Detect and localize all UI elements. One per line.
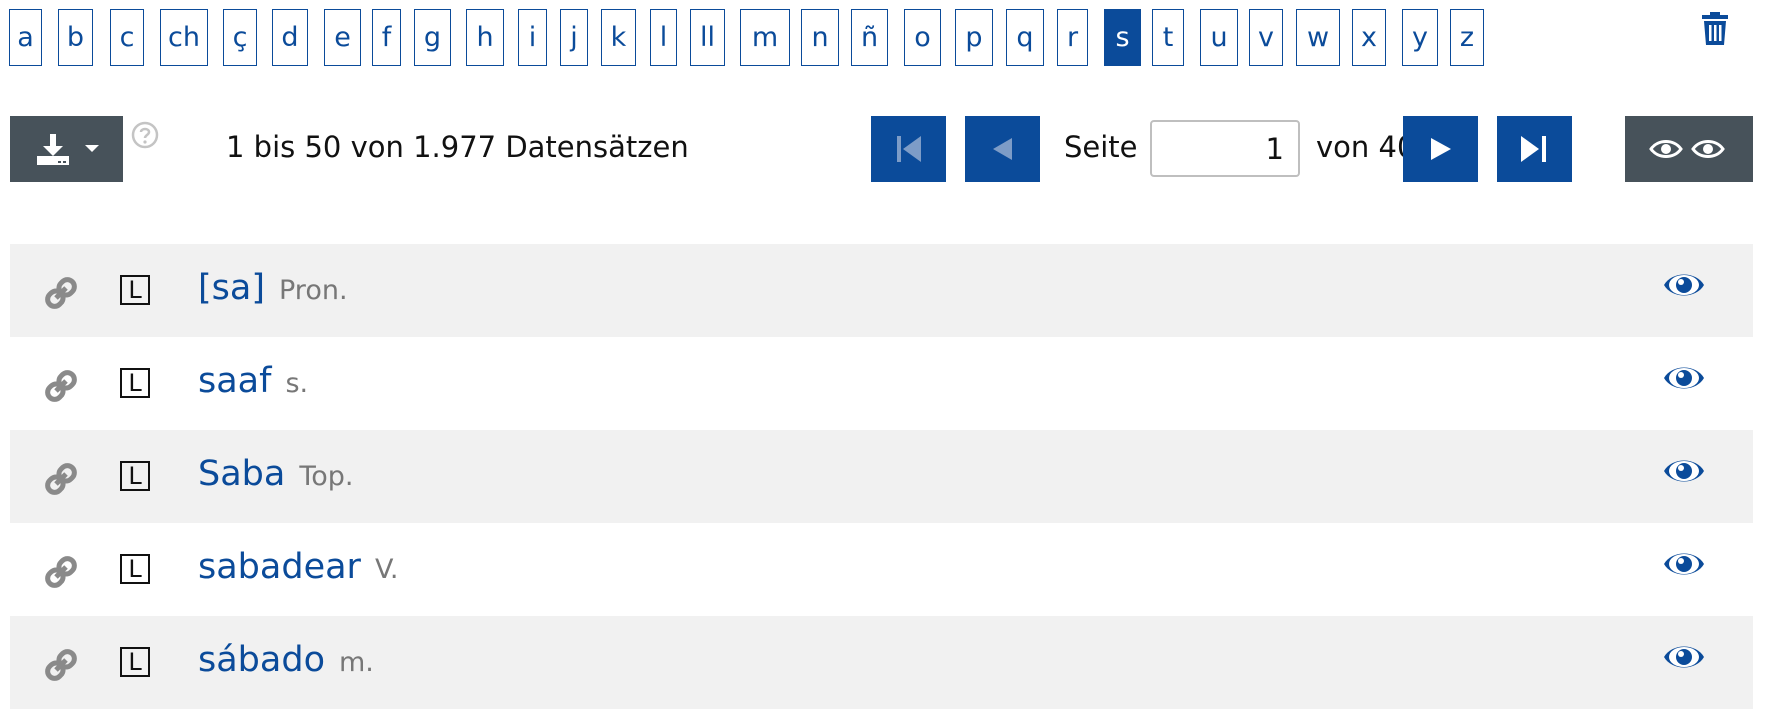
first-page-icon [897, 136, 921, 162]
page-number-input[interactable] [1150, 120, 1300, 177]
eye-icon[interactable] [1662, 638, 1706, 676]
lemma-badge[interactable]: L [120, 275, 150, 305]
lemma-badge[interactable]: L [120, 554, 150, 584]
first-page-button[interactable] [871, 116, 946, 182]
link-icon[interactable] [42, 460, 80, 498]
help-icon[interactable] [131, 121, 159, 149]
letter-button-q[interactable]: q [1006, 9, 1044, 66]
link-icon[interactable] [42, 553, 80, 591]
letter-button-z[interactable]: z [1450, 9, 1484, 66]
next-page-icon [1431, 138, 1451, 160]
eye-icon[interactable] [1662, 452, 1706, 490]
lemma-badge[interactable]: L [120, 368, 150, 398]
letter-button-x[interactable]: x [1352, 9, 1386, 66]
letter-button-o[interactable]: o [904, 9, 941, 66]
link-icon[interactable] [42, 367, 80, 405]
letter-button-u[interactable]: u [1200, 9, 1238, 66]
letter-button-c[interactable]: c [110, 9, 144, 66]
letter-button-ñ[interactable]: ñ [851, 9, 888, 66]
eye-icon[interactable] [1662, 266, 1706, 304]
lemma-text: saaf [198, 361, 272, 401]
letter-button-a[interactable]: a [9, 9, 42, 66]
part-of-speech: Pron. [279, 275, 348, 306]
lemma-text: Saba [198, 454, 286, 494]
link-icon[interactable] [42, 646, 80, 684]
letter-button-l[interactable]: l [650, 9, 677, 66]
part-of-speech: Top. [299, 461, 354, 492]
letter-button-m[interactable]: m [740, 9, 790, 66]
letter-button-k[interactable]: k [601, 9, 636, 66]
letter-button-g[interactable]: g [414, 9, 451, 66]
download-button[interactable] [10, 116, 123, 182]
list-item: Lsábado m. [10, 616, 1753, 709]
part-of-speech: m. [338, 647, 374, 678]
page-label: Seite [1064, 130, 1138, 164]
letter-button-r[interactable]: r [1057, 9, 1088, 66]
alphabet-bar: a b c ch ç d e f g h i j k l ll m n ñ o p q r s t u v w x y z [9, 9, 1754, 68]
letter-button-i[interactable]: i [518, 9, 547, 66]
letter-button-j[interactable]: j [560, 9, 588, 66]
letter-button-v[interactable]: v [1249, 9, 1283, 66]
last-page-icon [1521, 136, 1546, 162]
eye-icon[interactable] [1662, 359, 1706, 397]
list-item: L [sa] Pron. [10, 244, 1753, 337]
entry-list: L [sa] Pron. Lsaaf s. L Saba Top. Lsabadear V. Lsá… [10, 244, 1753, 709]
previous-page-button[interactable] [965, 116, 1040, 182]
lemma-link[interactable]: [sa] Pron. [198, 268, 348, 308]
letter-button-e[interactable]: e [324, 9, 361, 66]
letter-button-ch[interactable]: ch [160, 9, 208, 66]
link-icon[interactable] [42, 274, 80, 312]
letter-button-p[interactable]: p [955, 9, 993, 66]
letter-button-n[interactable]: n [801, 9, 839, 66]
lemma-text: [sa] [198, 268, 265, 308]
letter-button-t[interactable]: t [1152, 9, 1184, 66]
lemma-link[interactable]: sábado m. [198, 640, 374, 680]
letter-button-ç[interactable]: ç [223, 9, 257, 66]
page-total: von 40 [1316, 130, 1416, 164]
lemma-link[interactable]: Saba Top. [198, 454, 354, 494]
letter-button-s[interactable]: s [1104, 9, 1141, 66]
letter-button-y[interactable]: y [1402, 9, 1438, 66]
part-of-speech: V. [374, 554, 399, 585]
lemma-badge[interactable]: L [120, 647, 150, 677]
lemma-badge[interactable]: L [120, 461, 150, 491]
next-page-button[interactable] [1403, 116, 1478, 182]
letter-button-h[interactable]: h [466, 9, 504, 66]
previous-page-icon [993, 138, 1012, 160]
letter-button-f[interactable]: f [372, 9, 401, 66]
lemma-text: sábado [198, 640, 325, 680]
list-item: L Saba Top. [10, 430, 1753, 523]
lemma-link[interactable]: saaf s. [198, 361, 308, 401]
part-of-speech: s. [285, 368, 309, 399]
toggle-all-details-button[interactable] [1625, 116, 1753, 182]
trash-icon[interactable] [1700, 12, 1730, 46]
letter-button-d[interactable]: d [272, 9, 308, 66]
eyes-toggle-icon [1649, 140, 1725, 158]
record-count: 1 bis 50 von 1.977 Datensätzen [226, 130, 689, 164]
letter-button-w[interactable]: w [1296, 9, 1340, 66]
download-icon [37, 134, 99, 165]
list-item: Lsaaf s. [10, 337, 1753, 430]
lemma-text: sabadear [198, 547, 361, 587]
list-item: Lsabadear V. [10, 523, 1753, 616]
eye-icon[interactable] [1662, 545, 1706, 583]
letter-button-ll[interactable]: ll [690, 9, 725, 66]
lemma-link[interactable]: sabadear V. [198, 547, 399, 587]
last-page-button[interactable] [1497, 116, 1572, 182]
letter-button-b[interactable]: b [58, 9, 93, 66]
